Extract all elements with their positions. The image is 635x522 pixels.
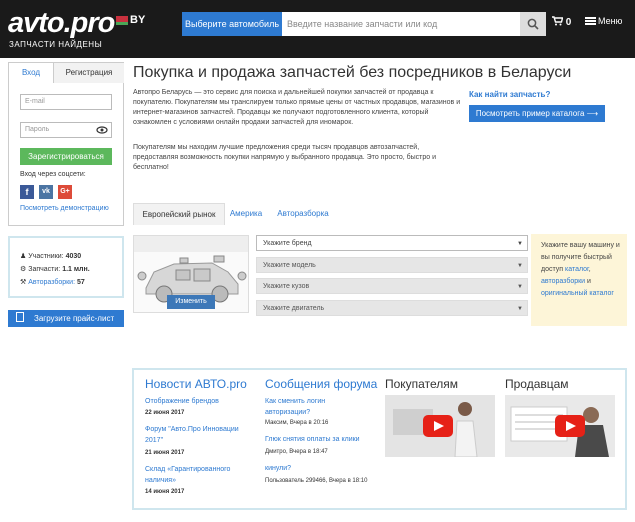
members-stat: ♟ Участники: 4030	[20, 253, 82, 260]
social-login-label: Вход через соцсети:	[20, 171, 86, 178]
demo-link[interactable]: Посмотреть демонстрацию	[20, 205, 109, 212]
original-catalog-link[interactable]: оригинальный каталог	[541, 290, 614, 297]
logo-text: avto.pro	[8, 7, 115, 39]
sellers-video[interactable]	[505, 395, 615, 457]
buyers-video[interactable]	[385, 395, 495, 457]
play-icon	[555, 415, 585, 437]
news-date: 21 июня 2017	[145, 450, 185, 456]
forum-item[interactable]: Как сменить логин авторизации?	[265, 396, 355, 418]
cart-icon	[552, 16, 564, 26]
eye-icon	[96, 126, 108, 134]
tab-login[interactable]: Вход	[9, 63, 54, 83]
facebook-icon[interactable]: f	[20, 185, 34, 199]
top-header: avto.pro BY ЗАПЧАСТИ НАЙДЕНЫ Выберите ав…	[0, 0, 635, 58]
site-stats: ♟ Участники: 4030 ⚙ Запчасти: 1.1 млн. ⚒…	[8, 236, 124, 298]
search-button[interactable]	[520, 12, 546, 36]
auth-panel: Вход Регистрация E-mail Пароль Зарегистр…	[8, 62, 124, 226]
forum-meta: Максим, Вчера в 20:16	[265, 420, 329, 426]
wrench-icon: ⚒	[20, 279, 27, 286]
file-icon	[16, 312, 24, 322]
news-heading[interactable]: Новости АВТО.pro	[145, 377, 247, 391]
dropdown-arrow-icon: ▼	[517, 284, 523, 290]
dropdown-arrow-icon: ▼	[517, 263, 523, 269]
news-date: 14 июня 2017	[145, 489, 185, 495]
auth-tabs: Вход Регистрация	[9, 63, 124, 83]
menu-label: Меню	[598, 16, 623, 26]
tab-european-market[interactable]: Европейский рынок	[133, 203, 225, 225]
catalog-link[interactable]: каталог	[565, 266, 589, 273]
menu-button[interactable]: Меню	[585, 16, 622, 26]
forum-heading[interactable]: Сообщения форума	[265, 377, 377, 391]
site-logo[interactable]: avto.pro BY ЗАПЧАСТИ НАЙДЕНЫ	[8, 6, 146, 52]
forum-meta: Пользователь 299466, Вчера в 18:10	[265, 478, 368, 484]
bottom-section: Новости АВТО.pro Отображение брендов 22 …	[132, 368, 627, 510]
tab-america[interactable]: Америка	[225, 203, 267, 225]
news-date: 22 июня 2017	[145, 410, 185, 416]
parts-stat: ⚙ Запчасти: 1.1 млн.	[20, 266, 90, 273]
tab-dismantling[interactable]: Авторазборка	[273, 203, 333, 225]
hamburger-icon	[585, 17, 596, 25]
dismantlers-link[interactable]: Авторазборки:	[28, 279, 75, 286]
cart-button[interactable]: 0	[552, 16, 571, 28]
forum-meta: Дмитро, Вчера в 18:47	[265, 449, 328, 455]
catalog-example-button[interactable]: Посмотреть пример каталога ⟶	[469, 105, 605, 122]
search-icon	[527, 18, 539, 30]
logo-country: BY	[130, 14, 146, 26]
news-item[interactable]: Отображение брендов	[145, 396, 219, 407]
page-title: Покупка и продажа запчастей без посредни…	[133, 64, 572, 81]
vk-icon[interactable]: vk	[39, 185, 53, 199]
belarus-flag-icon	[116, 16, 128, 25]
register-button[interactable]: Зарегистрироваться	[20, 148, 112, 165]
upload-pricelist-button[interactable]: Загрузите прайс-лист	[8, 310, 124, 327]
forum-item[interactable]: кинули?	[265, 463, 291, 474]
intro-paragraph: Автопро Беларусь — это сервис для поиска…	[133, 89, 461, 126]
engine-select: Укажите двигатель ▼	[256, 300, 528, 316]
gear-icon: ⚙	[20, 266, 27, 273]
select-car-button[interactable]: Выберите автомобиль	[182, 12, 282, 36]
dropdown-arrow-icon: ▼	[517, 306, 523, 312]
brand-select[interactable]: Укажите бренд ▼	[256, 235, 528, 251]
market-tabs: Европейский рынок Америка Авторазборка	[133, 203, 533, 225]
change-car-button[interactable]: Изменить	[167, 295, 215, 309]
cart-count: 0	[565, 17, 572, 28]
password-field[interactable]: Пароль	[20, 122, 95, 138]
intro-paragraph-2: Покупателям мы находим лучшие предложени…	[133, 144, 437, 171]
body-select: Укажите кузов ▼	[256, 278, 528, 294]
dismantlers-stat: ⚒ Авторазборки: 57	[20, 279, 85, 286]
tab-register[interactable]: Регистрация	[54, 63, 124, 83]
google-plus-icon[interactable]: G+	[58, 185, 72, 199]
logo-subtitle: ЗАПЧАСТИ НАЙДЕНЫ	[9, 40, 103, 49]
user-icon: ♟	[20, 253, 27, 260]
howto-link[interactable]: Как найти запчасть?	[469, 90, 550, 99]
dismantling-link[interactable]: авторазборки	[541, 278, 585, 285]
news-item[interactable]: Склад «Гарантированного наличия»	[145, 464, 245, 486]
model-select: Укажите модель ▼	[256, 257, 528, 273]
play-icon	[423, 415, 453, 437]
search-input[interactable]	[282, 12, 520, 36]
news-item[interactable]: Форум "Авто.Про Инновации 2017"	[145, 424, 253, 446]
sellers-heading: Продавцам	[505, 377, 569, 391]
buyers-heading: Покупателям	[385, 377, 458, 391]
dropdown-arrow-icon: ▼	[517, 241, 523, 247]
selector-hint: Укажите вашу машину и вы получите быстры…	[531, 234, 627, 326]
forum-item[interactable]: Глюк снятия оплаты за клики	[265, 434, 360, 445]
show-password-button[interactable]	[94, 122, 112, 138]
email-field[interactable]: E-mail	[20, 94, 112, 110]
